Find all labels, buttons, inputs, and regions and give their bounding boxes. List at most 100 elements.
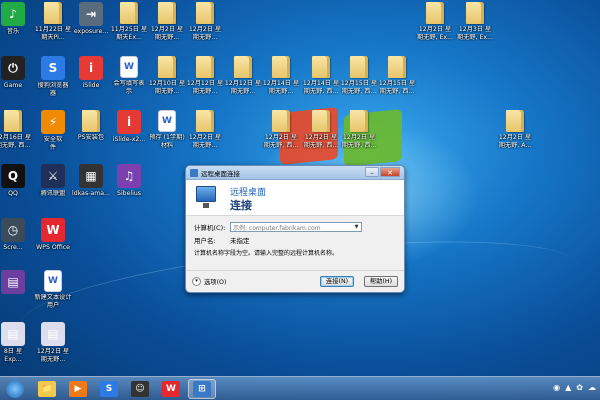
desktop-icon[interactable]: 12月3日 星期无野, Ex... [450,2,500,41]
desktop-icon[interactable]: W 新建文本设计 用户 [28,270,78,309]
desktop-icon-label: 12月2日 星 [342,134,376,141]
connect-button[interactable]: 连接(N) [320,276,354,287]
explorer-icon: 📁 [38,380,56,397]
options-label: 选项(O) [204,279,227,286]
app-icon: ♫ [117,164,141,188]
folder-icon [350,56,368,78]
remote-desktop-icon: ⊞ [193,380,211,397]
desktop-icon[interactable]: 12月15日 星期无野, 西... [372,56,422,95]
user-app-icon: ☺ [131,380,149,397]
monitor-stand [203,203,209,208]
computer-placeholder: 示例: computer.fabrikam.com [233,224,321,232]
desktop-icon[interactable]: ♫ Sibelius [104,164,154,198]
sogou-icon: S [100,380,118,397]
app-icon: ◷ [1,218,25,242]
desktop-icon[interactable]: ▤ 12月2日 星期无野... [28,322,78,363]
desktop-icon-label: Sibelius [117,190,141,197]
desktop-icon-label-line2: 期无野... [40,355,66,363]
dialog-titlebar[interactable]: 远程桌面连接 – ✕ [186,166,404,180]
app-icon: ▤ [41,322,65,346]
desktop-icon-label-line2: 件 [49,143,57,151]
app-icon: Q [1,164,25,188]
dialog-title: 远程桌面连接 [201,169,240,178]
taskbar-sogou[interactable]: S [95,379,123,399]
desktop-icon-label-line2: 期无野, Ex... [457,33,493,41]
taskbar-wps[interactable]: W [157,379,185,399]
username-label: 用户名: [194,237,216,245]
desktop-icon-label-line2: 用户 [46,301,60,309]
monitor-icon [196,186,216,202]
taskbar-explorer[interactable]: 📁 [33,379,61,399]
chevron-down-icon[interactable]: ▼ [352,223,361,231]
minimize-button[interactable]: – [365,167,379,177]
desktop-icon[interactable]: 12月2日 星期无野... [180,2,230,41]
app-icon: ⚡ [41,110,65,134]
app-icon: ⏻ [1,56,25,80]
folder-icon [234,56,252,78]
folder-icon [120,2,138,24]
folder-icon [426,2,444,24]
desktop-icon[interactable]: 12月2日 星期无野, A... [490,110,540,149]
desktop-icon-label: 12月2日 星 [188,26,222,33]
username-value: 未指定 [230,237,250,245]
app-icon: i [117,110,141,134]
app-icon: W [41,218,65,242]
folder-icon [466,2,484,24]
desktop-icon-label-line2: 期无野... [192,33,218,41]
desktop-icon-label-line2: 期无野, A... [498,141,532,149]
tray-icon[interactable]: ✿ [576,383,583,392]
desktop-icon-label-line2: 期无野... [192,141,218,149]
close-button[interactable]: ✕ [380,167,400,177]
document-icon: W [44,270,62,292]
start-button[interactable] [0,379,30,399]
desktop-icon-label: 新建文本设计 [34,294,72,301]
chevron-down-icon: ▾ [192,277,201,286]
desktop-icon-label-line2: 期无野, 西... [379,87,415,95]
tray-icon[interactable]: ◉ [553,383,560,392]
document-icon: W [158,110,176,132]
desktop-icon[interactable]: 12月2日 星期无野... [180,110,230,149]
desktop-icon-label: 12月3日 星 [458,26,492,33]
taskbar-media-player[interactable]: ▶ [64,379,92,399]
banner-heading: 连接 [230,199,252,212]
media-player-icon: ▶ [69,380,87,397]
computer-empty-hint: 计算机名称字段为空。请输入完整的远程计算机名称。 [194,250,339,257]
folder-icon [272,56,290,78]
folder-icon [350,110,368,132]
help-button[interactable]: 帮助(H) [364,276,398,287]
folder-icon [312,56,330,78]
remote-desktop-icon [190,168,198,177]
desktop-icon[interactable]: 12月2日 星期无野, 西... [334,110,384,149]
app-icon: i [79,56,103,80]
system-tray: ◉ ▲ ✿ ☁ [548,383,596,392]
desktop-icon[interactable]: W WPS Office [28,218,78,252]
folder-icon [388,56,406,78]
folder-icon [312,110,330,132]
desktop-icon-label: 12月2日 星 [188,134,222,141]
folder-icon [44,2,62,24]
options-toggle[interactable]: ▾ 选项(O) [192,277,226,286]
app-icon: S [41,56,65,80]
dialog-footer: ▾ 选项(O) 连接(N) 帮助(H) [186,270,404,292]
folder-icon [196,56,214,78]
desktop-icon-label: 12月2日 星 [36,348,70,355]
computer-label: 计算机(C): [194,224,226,232]
taskbar-remote-desktop[interactable]: ⊞ [188,378,216,399]
folder-icon [506,110,524,132]
taskbar: 📁 ▶ S ☺ W ⊞ ◉ ▲ ✿ ☁ [0,376,600,400]
desktop-icon-label: 12月2日 星 [498,134,532,141]
connection-form: 计算机(C): 示例: computer.fabrikam.com ▼ 用户名:… [186,216,404,257]
remote-desktop-dialog: 远程桌面连接 – ✕ 远程桌面 连接 计算机(C): 示例: computer.… [185,165,405,293]
desktop-icon-label: WPS Office [36,244,70,251]
tray-icon[interactable]: ▲ [565,383,571,392]
app-icon: ▤ [1,322,25,346]
computer-combobox[interactable]: 示例: computer.fabrikam.com ▼ [230,222,362,232]
folder-icon [196,2,214,24]
app-icon: ⇥ [79,2,103,26]
tray-icon[interactable]: ☁ [588,383,596,392]
desktop-icon-label-line2: 期无野, 西... [341,141,377,149]
app-icon: ▤ [1,270,25,294]
folder-icon [4,110,22,132]
dialog-banner: 远程桌面 连接 [186,180,404,216]
taskbar-user-app[interactable]: ☺ [126,379,154,399]
